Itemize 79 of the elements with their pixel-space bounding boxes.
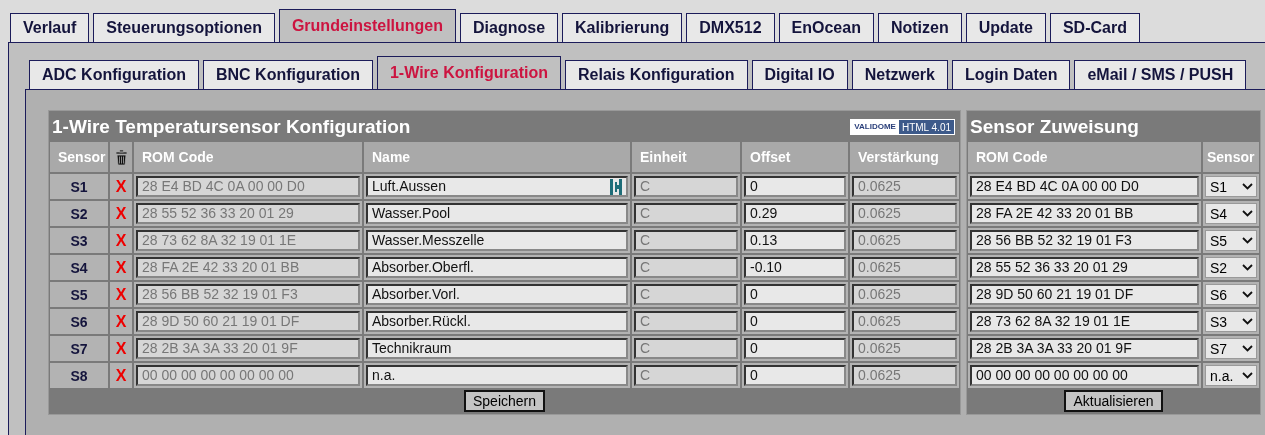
- sensor-select[interactable]: n.a.: [1205, 365, 1257, 386]
- offset-field[interactable]: 0: [744, 311, 846, 332]
- name-field[interactable]: Wasser.Messzelle: [366, 230, 628, 251]
- main-tab[interactable]: Notizen: [877, 13, 962, 42]
- rom-code-field[interactable]: 28 55 52 36 33 20 01 29: [970, 257, 1199, 278]
- chevron-icon: [1242, 345, 1253, 352]
- rom-code-field[interactable]: 28 E4 BD 4C 0A 00 00 D0: [970, 176, 1199, 197]
- table-title: Sensor Zuweisung: [970, 116, 1139, 138]
- name-field[interactable]: Wasser.Pool: [366, 203, 628, 224]
- column-header: Offset: [742, 142, 848, 172]
- rom-code-field[interactable]: 28 FA 2E 42 33 20 01 BB: [970, 203, 1199, 224]
- offset-field[interactable]: -0.10: [744, 257, 846, 278]
- sensor-select[interactable]: S4: [1205, 203, 1257, 224]
- column-header: Name: [364, 142, 630, 172]
- column-header: Verstärkung: [850, 142, 959, 172]
- rom-code-field[interactable]: 28 2B 3A 3A 33 20 01 9F: [970, 338, 1199, 359]
- sensor-id: S6: [50, 309, 108, 334]
- sensor-select[interactable]: S7: [1205, 338, 1257, 359]
- sensor-id: S7: [50, 336, 108, 361]
- column-header: Sensor: [50, 142, 108, 172]
- sub-tab[interactable]: ADC Konfiguration: [29, 60, 199, 89]
- offset-field[interactable]: 0: [744, 365, 846, 386]
- column-header: ROM Code: [968, 142, 1201, 172]
- main-tab[interactable]: DMX512: [686, 13, 775, 42]
- validation-badge: VALIDOME HTML 4.01: [850, 119, 955, 135]
- field-extension-icon[interactable]: [610, 179, 622, 195]
- sensor-select[interactable]: S2: [1205, 257, 1257, 278]
- main-tab[interactable]: EnOcean: [778, 13, 874, 42]
- main-tab[interactable]: Verlauf: [10, 13, 90, 42]
- name-field[interactable]: n.a.: [366, 365, 628, 386]
- rom-code-field[interactable]: 28 73 62 8A 32 19 01 1E: [970, 311, 1199, 332]
- sub-tab[interactable]: eMail / SMS / PUSH: [1074, 60, 1247, 89]
- chevron-icon: [1242, 210, 1253, 217]
- rom-code-field[interactable]: 28 56 BB 52 32 19 01 F3: [970, 230, 1199, 251]
- sub-tab[interactable]: BNC Konfiguration: [203, 60, 373, 89]
- sensor-id: S8: [50, 363, 108, 388]
- trash-icon: [115, 149, 127, 165]
- chevron-icon: [1242, 291, 1253, 298]
- offset-field[interactable]: 0.13: [744, 230, 846, 251]
- sensor-select[interactable]: S3: [1205, 311, 1257, 332]
- column-header: ROM Code: [134, 142, 362, 172]
- sensor-id: S4: [50, 255, 108, 280]
- name-field[interactable]: Absorber.Rückl.: [366, 311, 628, 332]
- chevron-icon: [1242, 237, 1253, 244]
- sub-tab[interactable]: Relais Konfiguration: [565, 60, 748, 89]
- sensor-id: S2: [50, 201, 108, 226]
- main-tab[interactable]: SD-Card: [1049, 13, 1140, 42]
- rom-code-field[interactable]: 00 00 00 00 00 00 00 00: [970, 365, 1199, 386]
- offset-field[interactable]: 0.29: [744, 203, 846, 224]
- chevron-icon: [1242, 372, 1253, 379]
- update-button[interactable]: Aktualisieren: [1064, 389, 1163, 412]
- sensor-id: S3: [50, 228, 108, 253]
- main-tab[interactable]: Diagnose: [460, 13, 559, 42]
- name-field[interactable]: Absorber.Vorl.: [366, 284, 628, 305]
- main-tab[interactable]: Update: [965, 13, 1046, 42]
- table-title: 1-Wire Temperatursensor Konfiguration: [52, 116, 411, 138]
- sensor-select[interactable]: S6: [1205, 284, 1257, 305]
- main-tab[interactable]: Kalibrierung: [562, 13, 683, 42]
- chevron-icon: [1242, 264, 1253, 271]
- save-button[interactable]: Speichern: [463, 389, 545, 412]
- column-header: Einheit: [632, 142, 740, 172]
- main-tab[interactable]: Steuerungsoptionen: [93, 13, 275, 42]
- rom-code-field[interactable]: 28 9D 50 60 21 19 01 DF: [970, 284, 1199, 305]
- column-header: Sensor: [1203, 142, 1259, 172]
- sensor-id: S1: [50, 174, 108, 199]
- sub-tab[interactable]: Netzwerk: [851, 60, 948, 89]
- name-field[interactable]: Luft.Aussen: [366, 176, 628, 197]
- sensor-select[interactable]: S1: [1205, 176, 1257, 197]
- offset-field[interactable]: 0: [744, 338, 846, 359]
- chevron-icon: [1242, 318, 1253, 325]
- name-field[interactable]: Technikraum: [366, 338, 628, 359]
- name-field[interactable]: Absorber.Oberfl.: [366, 257, 628, 278]
- sub-tab[interactable]: Digital IO: [751, 60, 848, 89]
- sensor-select[interactable]: S5: [1205, 230, 1257, 251]
- offset-field[interactable]: 0: [744, 176, 846, 197]
- sub-tab[interactable]: Login Daten: [952, 60, 1071, 89]
- sensor-id: S5: [50, 282, 108, 307]
- offset-field[interactable]: 0: [744, 284, 846, 305]
- chevron-icon: [1242, 183, 1253, 190]
